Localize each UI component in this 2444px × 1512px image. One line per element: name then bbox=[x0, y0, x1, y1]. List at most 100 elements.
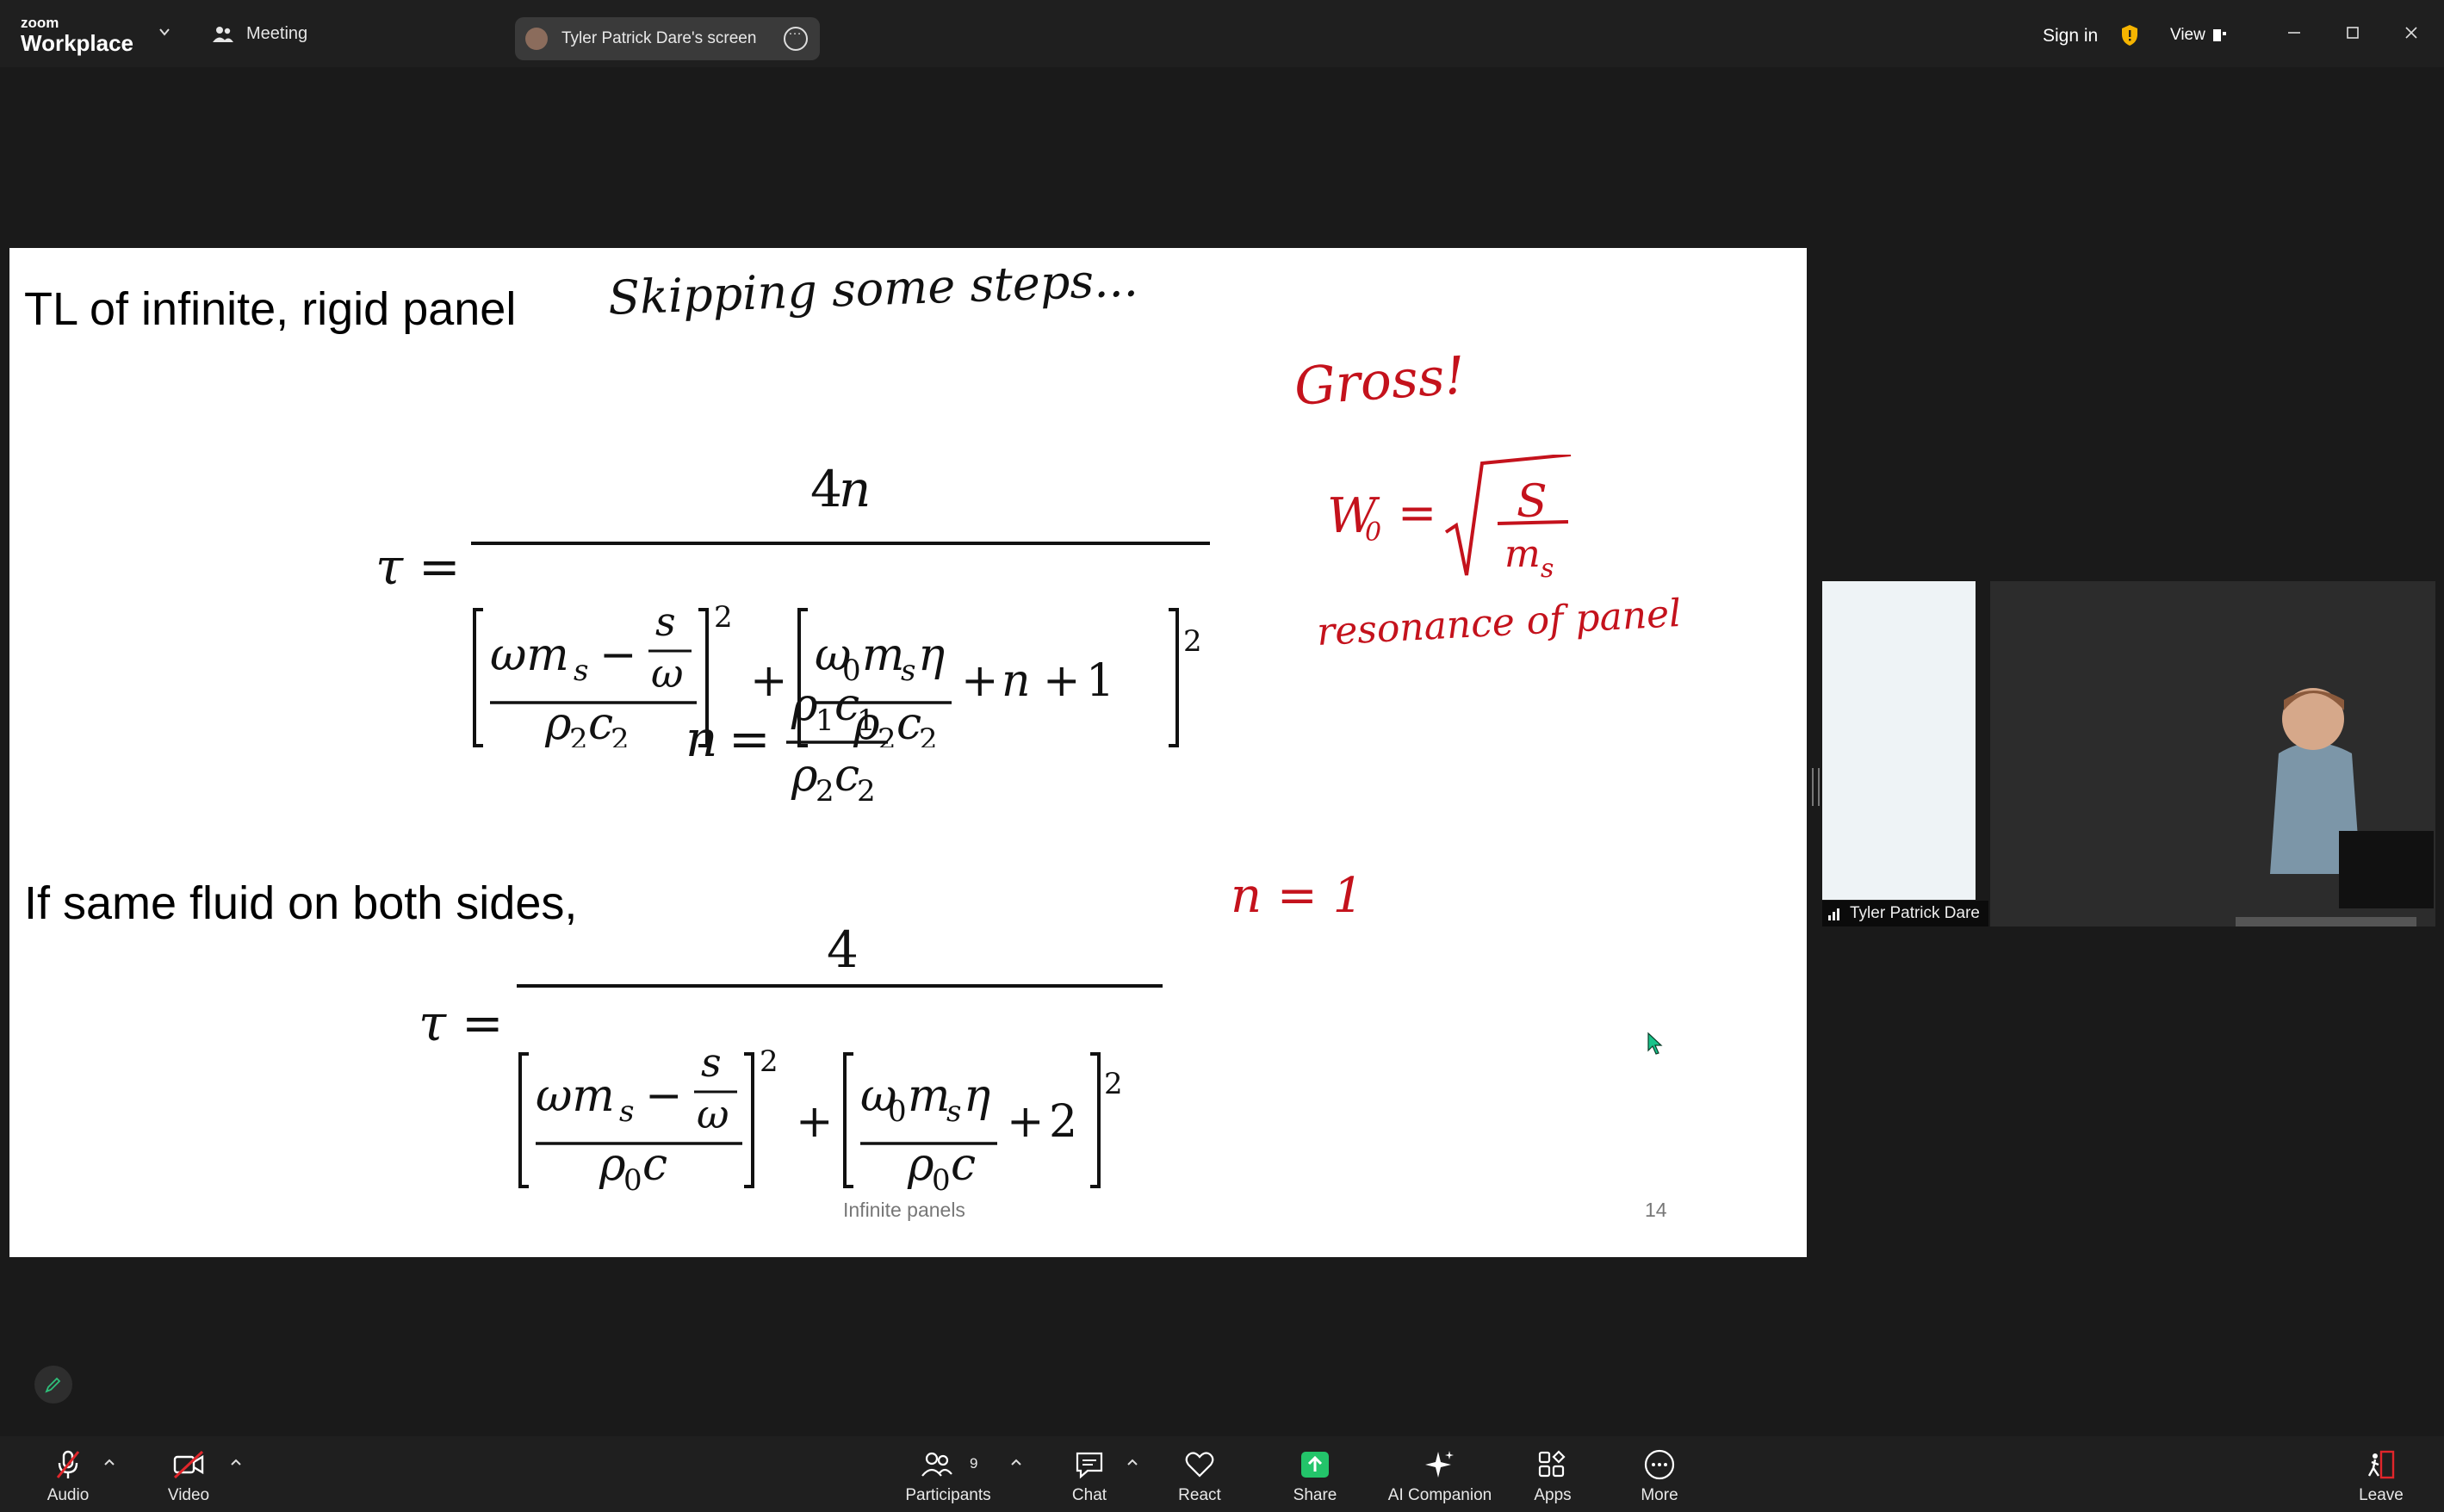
svg-text:s: s bbox=[655, 598, 676, 645]
participants-label: Participants bbox=[905, 1486, 991, 1504]
video-person bbox=[2236, 688, 2434, 926]
leave-label: Leave bbox=[2359, 1486, 2404, 1504]
svg-text:+: + bbox=[796, 1096, 834, 1148]
participant-name-label: Tyler Patrick Dare bbox=[1822, 901, 1988, 926]
participants-caret-icon[interactable] bbox=[1010, 1457, 1022, 1467]
presenter-avatar bbox=[525, 28, 548, 50]
maximize-icon[interactable] bbox=[2342, 22, 2363, 43]
svg-text:−: − bbox=[645, 1070, 683, 1122]
view-label: View bbox=[2170, 26, 2205, 44]
microphone-muted-icon bbox=[56, 1450, 80, 1478]
slide-number: 14 bbox=[1645, 1199, 1667, 1221]
svg-text:c: c bbox=[588, 698, 613, 747]
more-options-icon[interactable] bbox=[784, 23, 808, 51]
chat-button[interactable]: Chat bbox=[1042, 1445, 1137, 1509]
svg-text:τ: τ bbox=[419, 994, 447, 1052]
svg-text:0: 0 bbox=[623, 1163, 642, 1198]
brand-name: Workplace bbox=[21, 30, 134, 56]
svg-text:2: 2 bbox=[611, 722, 630, 747]
svg-text:2: 2 bbox=[714, 600, 733, 635]
chevron-down-icon[interactable] bbox=[158, 26, 171, 38]
signal-strength-icon bbox=[1828, 908, 1839, 920]
svg-text:0: 0 bbox=[888, 1094, 907, 1129]
svg-text:τ: τ bbox=[375, 537, 404, 596]
svg-text:ωm: ωm bbox=[536, 1070, 615, 1122]
svg-text:ρ: ρ bbox=[544, 698, 572, 747]
share-button[interactable]: Share bbox=[1268, 1445, 1362, 1509]
title-bar: zoom Workplace Meeting Tyler Patrick Dar… bbox=[0, 0, 2444, 67]
video-whiteboard bbox=[1822, 581, 1976, 900]
share-screen-pill[interactable]: Tyler Patrick Dare's screen bbox=[515, 17, 820, 60]
numerator-s: S bbox=[1517, 476, 1548, 528]
svg-text:1: 1 bbox=[857, 703, 876, 738]
svg-text:4: 4 bbox=[827, 920, 859, 979]
audio-options-caret-icon[interactable] bbox=[103, 1457, 115, 1467]
annotation-gross: Gross! bbox=[1292, 345, 1467, 418]
handwritten-note: Skipping some steps... bbox=[607, 252, 1139, 325]
equation-n-ratio: n = ρ1 c1 ρ2 c2 bbox=[685, 679, 888, 809]
security-shield-icon[interactable] bbox=[2120, 24, 2139, 46]
pencil-icon bbox=[45, 1377, 61, 1393]
svg-text:ω: ω bbox=[651, 650, 684, 697]
annotation-resonance-of-panel: resonance of panel bbox=[1315, 591, 1683, 655]
video-button[interactable]: Video bbox=[141, 1445, 236, 1509]
chat-label: Chat bbox=[1071, 1486, 1107, 1504]
react-label: React bbox=[1178, 1486, 1221, 1504]
ai-companion-button[interactable]: AI Companion bbox=[1379, 1445, 1501, 1509]
close-icon[interactable] bbox=[2401, 22, 2422, 43]
svg-text:n: n bbox=[1002, 655, 1031, 707]
annotate-button[interactable] bbox=[34, 1366, 72, 1404]
heart-icon bbox=[1185, 1452, 1214, 1478]
view-menu[interactable]: View bbox=[2170, 26, 2228, 45]
meeting-menu[interactable]: Meeting bbox=[212, 24, 307, 44]
svg-text:η: η bbox=[964, 1070, 990, 1122]
participant-name: Tyler Patrick Dare bbox=[1850, 904, 1980, 922]
sign-in-link[interactable]: Sign in bbox=[2043, 26, 2098, 46]
more-label: More bbox=[1641, 1486, 1678, 1504]
leave-button[interactable]: Leave bbox=[2334, 1445, 2428, 1509]
panel-resize-handle[interactable] bbox=[1812, 768, 1820, 806]
chat-bubble-icon bbox=[1076, 1452, 1103, 1479]
svg-text:+: + bbox=[961, 655, 999, 707]
slide-footer: Infinite panels bbox=[843, 1199, 965, 1221]
svg-text:2: 2 bbox=[1183, 624, 1202, 659]
react-button[interactable]: React bbox=[1152, 1445, 1247, 1509]
zoom-workplace-logo[interactable]: zoom Workplace bbox=[21, 15, 133, 54]
denominator-m: m bbox=[1504, 532, 1541, 576]
brand-small: zoom bbox=[21, 15, 59, 31]
participants-count: 9 bbox=[970, 1455, 978, 1472]
svg-text:s: s bbox=[946, 1094, 961, 1129]
chat-caret-icon[interactable] bbox=[1126, 1457, 1138, 1467]
svg-text:ωm: ωm bbox=[490, 629, 569, 681]
audio-button[interactable]: Audio bbox=[21, 1445, 115, 1509]
svg-text:0: 0 bbox=[932, 1163, 951, 1198]
svg-text:=: = bbox=[729, 710, 771, 768]
mouse-cursor-icon bbox=[1647, 1032, 1663, 1055]
svg-text:2: 2 bbox=[857, 774, 876, 809]
meeting-people-icon bbox=[213, 26, 233, 42]
participants-icon bbox=[921, 1452, 952, 1477]
svg-text:=: = bbox=[419, 537, 461, 596]
svg-text:−: − bbox=[599, 629, 637, 681]
svg-text:2: 2 bbox=[569, 722, 588, 747]
participant-video-tile[interactable] bbox=[1822, 581, 2435, 926]
minimize-icon[interactable] bbox=[2284, 22, 2304, 43]
camera-off-icon bbox=[173, 1450, 204, 1479]
svg-text:1: 1 bbox=[816, 703, 834, 738]
apps-button[interactable]: Apps bbox=[1505, 1445, 1600, 1509]
apps-grid-icon bbox=[1538, 1450, 1566, 1478]
svg-text:m: m bbox=[908, 1070, 950, 1122]
svg-text:2: 2 bbox=[760, 1044, 778, 1079]
ai-sparkle-icon bbox=[1425, 1451, 1454, 1478]
share-screen-icon bbox=[1301, 1452, 1329, 1478]
leave-door-icon bbox=[2367, 1450, 2395, 1479]
participants-button[interactable]: 9 Participants bbox=[901, 1445, 996, 1509]
equation-tau-same-fluid: τ = 4 ωm s − s ω ρ0 c 2 + ω0 ms η ρ0 c + … bbox=[419, 920, 1163, 1198]
shared-slide: TL of infinite, rigid panel Skipping som… bbox=[9, 248, 1807, 1257]
svg-text:ρ: ρ bbox=[907, 1139, 934, 1191]
more-button[interactable]: More bbox=[1612, 1445, 1707, 1509]
video-options-caret-icon[interactable] bbox=[230, 1457, 242, 1467]
svg-text:ρ: ρ bbox=[791, 750, 818, 802]
slide-title: TL of infinite, rigid panel bbox=[24, 283, 517, 335]
svg-text:ρ: ρ bbox=[599, 1139, 626, 1191]
